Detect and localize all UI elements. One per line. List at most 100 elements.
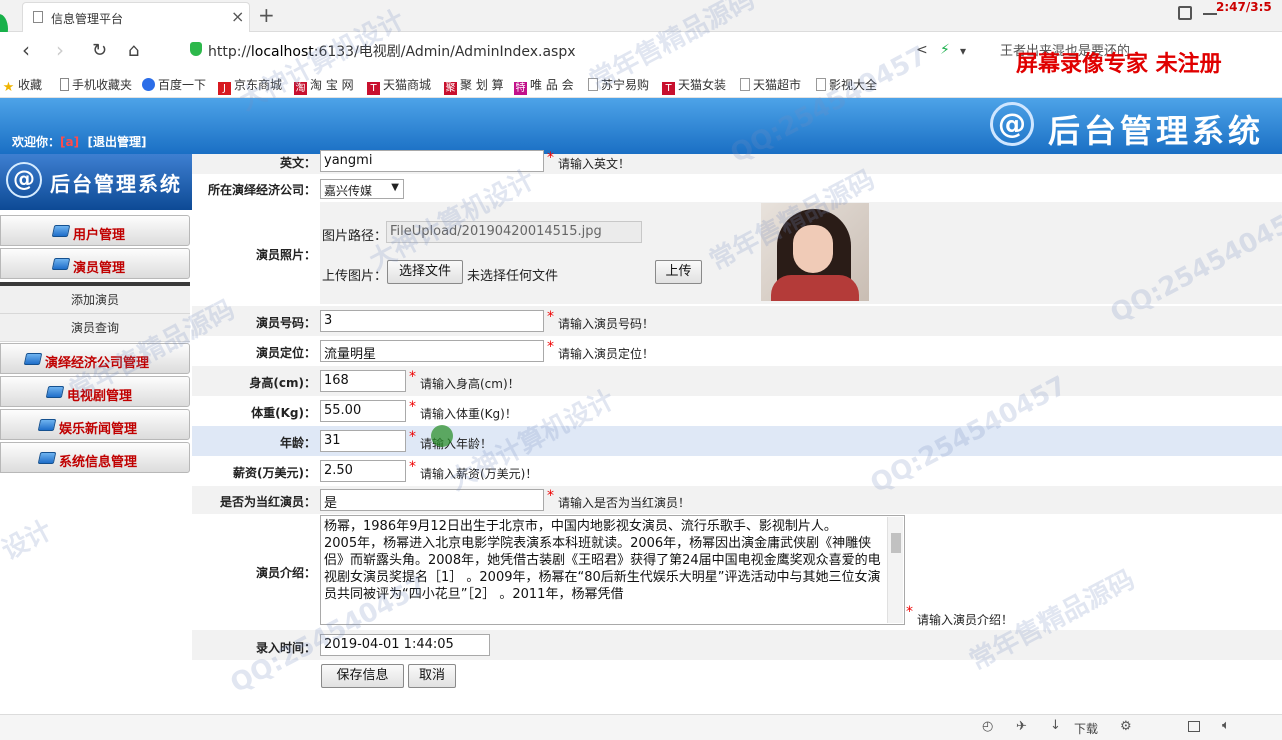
volume-icon[interactable]: 🔈︎ [1222, 718, 1230, 733]
company-select[interactable]: 嘉兴传媒 ▼ [320, 179, 404, 199]
textarea-scrollbar[interactable] [887, 517, 903, 623]
browser-tab-bar: 信息管理平台 × + 2:47/3:5 [0, 0, 1282, 44]
submenu-add-actor[interactable]: 添加演员 [0, 286, 190, 314]
home-icon[interactable]: ⌂ [128, 40, 139, 61]
choose-file-button[interactable]: 选择文件 [387, 260, 463, 284]
back-icon[interactable]: ‹ [22, 38, 30, 62]
bookmark-label: 京东商城 [234, 78, 283, 92]
bookmark-item[interactable]: T 天猫商城 [367, 76, 431, 95]
bookmark-label: 百度一下 [158, 78, 207, 92]
admin-header: 欢迎你：[a] [退出管理] @ 后台管理系统 [0, 98, 1282, 154]
intro-textarea[interactable]: 杨幂，1986年9月12日出生于北京市，中国内地影视女演员、流行乐歌手、影视制片… [320, 515, 905, 625]
english-hint: 请输入英文！ [558, 157, 631, 171]
lightning-icon[interactable]: ⚡ [940, 42, 950, 58]
window-icon[interactable] [1188, 721, 1200, 732]
jd-icon: J [218, 82, 231, 95]
submenu-query-actor[interactable]: 演员查询 [0, 314, 190, 342]
company-value: 嘉兴传媒 [324, 184, 373, 198]
recorder-watermark: 屏幕录像专家 未注册 [1016, 51, 1222, 77]
menu-label: 演员管理 [73, 261, 126, 276]
english-input[interactable]: yangmi [320, 150, 544, 172]
bookmark-label: 天猫超市 [753, 78, 802, 92]
menu-system-management[interactable]: 系统信息管理 [0, 442, 190, 473]
age-input[interactable]: 31 [320, 430, 406, 452]
tmall-icon: T [367, 82, 380, 95]
english-label: 英文： [279, 156, 316, 170]
height-hint: 请输入身高(cm)！ [420, 377, 520, 391]
height-input[interactable]: 168 [320, 370, 406, 392]
settings-icon[interactable]: ⚙ [1120, 719, 1132, 734]
pin-icon[interactable]: ✈ [1016, 719, 1027, 734]
bookmark-item[interactable]: 苏宁易购 [588, 76, 649, 93]
logout-link[interactable]: [退出管理] [87, 135, 146, 149]
photo-label: 演员照片： [255, 248, 316, 262]
share-icon[interactable]: < [916, 42, 928, 58]
tab-close-icon[interactable]: × [231, 7, 244, 26]
number-input[interactable]: 3 [320, 310, 544, 332]
menu-folder-icon [51, 258, 71, 270]
cancel-button[interactable]: 取消 [408, 664, 456, 688]
page-icon [816, 78, 826, 91]
menu-company-management[interactable]: 演绎经济公司管理 [0, 343, 190, 374]
bookmark-item[interactable]: 天猫超市 [740, 76, 801, 93]
menu-actor-management[interactable]: 演员管理 [0, 248, 190, 279]
menu-label: 电视剧管理 [67, 389, 133, 404]
chevron-down-icon[interactable]: ▾ [960, 44, 966, 58]
bookmark-item[interactable]: 聚聚 划 算 [444, 76, 504, 95]
url-prefix: http:// [208, 44, 251, 60]
row-english: 英文： yangmi * 请输入英文！ [192, 150, 1282, 174]
new-tab-button[interactable]: + [258, 3, 275, 27]
popular-hint: 请输入是否为当红演员！ [558, 496, 691, 510]
intro-hint: 请输入演员介绍！ [917, 613, 1014, 627]
menu-label: 系统信息管理 [59, 455, 138, 470]
bookmark-item[interactable]: 手机收藏夹 [60, 76, 132, 93]
menu-folder-icon [51, 225, 71, 237]
download-label[interactable]: 下载 [1074, 720, 1098, 737]
weight-input[interactable]: 55.00 [320, 400, 406, 422]
phone-icon [60, 78, 69, 91]
time-input[interactable]: 2019-04-01 1:44:05 [320, 634, 490, 656]
bookmark-label: 天猫商城 [383, 78, 432, 92]
menu-label: 娱乐新闻管理 [59, 422, 138, 437]
position-input[interactable]: 流量明星 [320, 340, 544, 362]
bookmark-item[interactable]: 百度一下 [142, 76, 206, 93]
menu-folder-icon [37, 419, 57, 431]
ju-icon: 聚 [444, 82, 457, 95]
tab-title: 信息管理平台 [51, 12, 124, 26]
menu-news-management[interactable]: 娱乐新闻管理 [0, 409, 190, 440]
scrollbar-thumb[interactable] [891, 533, 901, 553]
menu-tv-management[interactable]: 电视剧管理 [0, 376, 190, 407]
bookmark-item[interactable]: T 天猫女装 [662, 76, 726, 95]
upload-button[interactable]: 上传 [655, 260, 702, 284]
bookmark-item[interactable]: 影视大全 [816, 76, 877, 93]
bookmark-item[interactable]: ★ 收藏 [2, 76, 42, 94]
popular-input[interactable]: 是 [320, 489, 544, 511]
required-mark: * [409, 459, 416, 475]
required-mark: * [409, 429, 416, 445]
forward-icon[interactable]: › [56, 38, 64, 62]
welcome-text: 欢迎你： [12, 135, 61, 149]
menu-folder-icon [23, 353, 43, 365]
refresh-icon[interactable]: ↻ [92, 40, 107, 61]
address-bar[interactable]: http://localhost:6133/电视剧/Admin/AdminInd… [208, 41, 576, 61]
salary-hint: 请输入薪资(万美元)！ [420, 467, 538, 481]
salary-label: 薪资(万美元)： [233, 466, 316, 480]
required-mark: * [409, 369, 416, 385]
salary-input[interactable]: 2.50 [320, 460, 406, 482]
browser-tab[interactable]: 信息管理平台 × [22, 2, 250, 32]
bookmark-item[interactable]: 特唯 品 会 [514, 76, 574, 95]
minimize-icon[interactable] [1203, 13, 1217, 15]
menu-user-management[interactable]: 用户管理 [0, 215, 190, 246]
row-position: 演员定位： 流量明星 * 请输入演员定位！ [192, 336, 1282, 366]
tmall-icon: T [662, 82, 675, 95]
required-mark: * [547, 309, 554, 325]
download-icon[interactable]: ↓ [1050, 718, 1061, 733]
photo-path-input[interactable]: FileUpload/20190420014515.jpg [386, 221, 642, 243]
bookmark-item[interactable]: J 京东商城 [218, 76, 282, 95]
menu-folder-icon [37, 452, 57, 464]
shirt-icon[interactable] [1178, 6, 1192, 20]
row-number: 演员号码： 3 * 请输入演员号码！ [192, 306, 1282, 336]
save-button[interactable]: 保存信息 [321, 664, 404, 688]
history-icon[interactable]: ◴ [982, 719, 993, 734]
bookmark-item[interactable]: 淘淘 宝 网 [294, 76, 354, 95]
